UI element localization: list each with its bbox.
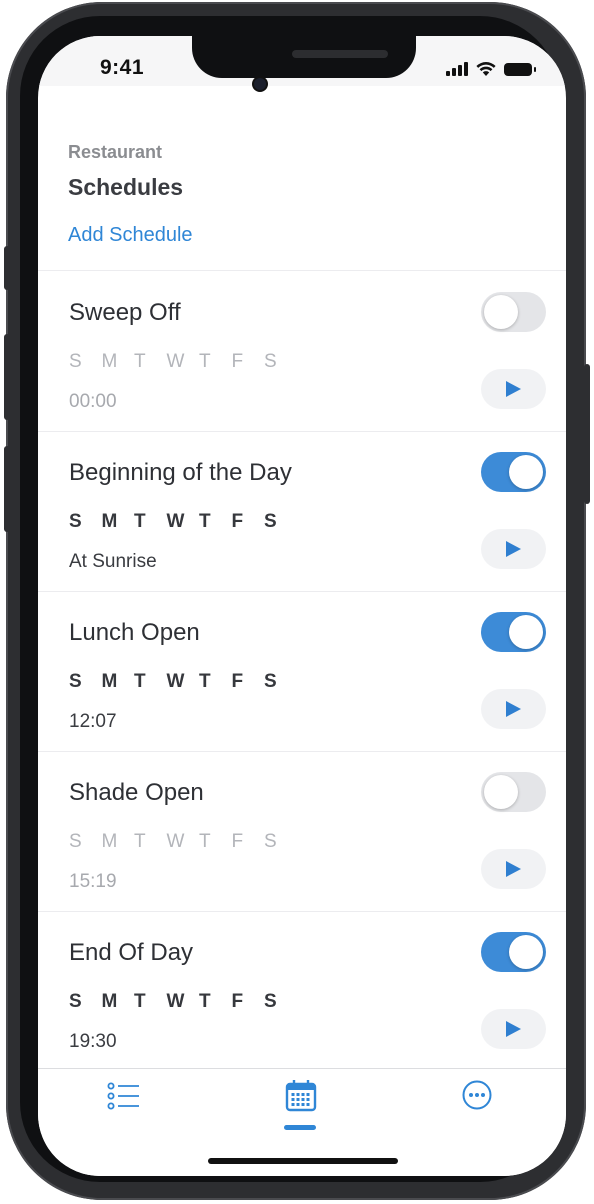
day-label: T [134,671,146,692]
run-now-button[interactable] [481,849,546,889]
home-indicator [208,1158,398,1164]
schedule-item[interactable]: End Of Day S M T W T F S 19:30 [38,911,566,1071]
day-label: S [69,351,82,372]
earpiece [292,50,388,58]
play-icon [506,861,521,877]
schedule-toggle[interactable] [481,452,546,492]
play-icon [506,381,521,397]
day-label: M [101,511,118,532]
day-label: T [134,991,146,1012]
schedule-days: S M T W T F S [69,991,297,1013]
action-button [4,246,10,290]
wifi-icon [476,62,496,76]
day-label: F [231,511,244,532]
schedule-days: S M T W T F S [69,671,297,693]
day-label: T [134,511,146,532]
schedule-item[interactable]: Shade Open S M T W T F S 15:19 [38,751,566,912]
schedule-time: 15:19 [69,871,117,892]
schedule-time: 00:00 [69,391,117,412]
list-icon [107,1082,139,1110]
calendar-icon [285,1080,317,1112]
schedule-item[interactable]: Beginning of the Day S M T W T F S At Su… [38,431,566,592]
day-label: W [166,351,185,372]
toggle-knob [484,295,518,329]
day-label: T [199,831,211,852]
schedule-item[interactable]: Sweep Off S M T W T F S 00:00 [38,271,566,432]
day-label: S [264,671,277,692]
day-label: M [101,831,118,852]
schedule-days: S M T W T F S [69,831,297,853]
battery-icon [504,63,536,76]
toggle-knob [509,935,543,969]
schedule-toggle[interactable] [481,932,546,972]
day-label: T [199,351,211,372]
status-icons [446,60,536,76]
day-label: W [166,991,185,1012]
day-label: T [199,511,211,532]
schedule-toggle[interactable] [481,612,546,652]
toggle-knob [484,775,518,809]
day-label: F [231,831,244,852]
schedule-time: At Sunrise [69,551,157,572]
run-now-button[interactable] [481,1009,546,1049]
day-label: W [166,671,185,692]
page-title: Schedules [68,174,184,200]
play-icon [506,541,521,557]
day-label: W [166,831,185,852]
toggle-knob [509,615,543,649]
more-icon [462,1080,492,1110]
run-now-button[interactable] [481,529,546,569]
tab-more[interactable] [461,1079,493,1111]
tab-list[interactable] [106,1081,142,1111]
day-label: T [134,831,146,852]
day-label: F [231,351,244,372]
day-label: S [264,511,277,532]
volume-up-button [4,334,10,420]
schedule-name: Beginning of the Day [69,459,292,486]
power-button [584,364,590,504]
day-label: W [166,511,185,532]
schedule-name: Shade Open [69,779,204,806]
schedule-name: Lunch Open [69,619,200,646]
day-label: S [69,831,82,852]
schedule-time: 19:30 [69,1031,117,1052]
toggle-knob [509,455,543,489]
day-label: S [69,991,82,1012]
play-icon [506,1021,521,1037]
schedule-toggle[interactable] [481,292,546,332]
schedule-toggle[interactable] [481,772,546,812]
day-label: S [264,351,277,372]
front-camera [254,78,266,90]
schedule-name: End Of Day [69,939,194,966]
tab-schedules[interactable] [284,1079,318,1113]
screen: 9:41 Restaurant Schedules Add Schedule S… [38,36,566,1176]
day-label: F [231,671,244,692]
signal-icon [446,62,468,76]
schedule-time: 12:07 [69,711,117,732]
add-schedule-link[interactable]: Add Schedule [68,224,193,247]
day-label: T [134,351,146,372]
day-label: S [69,511,82,532]
day-label: S [264,831,277,852]
day-label: T [199,671,211,692]
play-icon [506,701,521,717]
day-label: S [69,671,82,692]
status-time: 9:41 [100,56,145,79]
day-label: M [101,991,118,1012]
schedule-name: Sweep Off [69,299,181,326]
day-label: T [199,991,211,1012]
day-label: S [264,991,277,1012]
run-now-button[interactable] [481,689,546,729]
schedule-days: S M T W T F S [69,351,297,373]
day-label: F [231,991,244,1012]
volume-down-button [4,446,10,532]
schedule-item[interactable]: Lunch Open S M T W T F S 12:07 [38,591,566,752]
day-label: M [101,351,118,372]
active-tab-indicator [284,1125,316,1130]
run-now-button[interactable] [481,369,546,409]
day-label: M [101,671,118,692]
page-subtitle: Restaurant [68,142,163,162]
schedule-days: S M T W T F S [69,511,297,533]
